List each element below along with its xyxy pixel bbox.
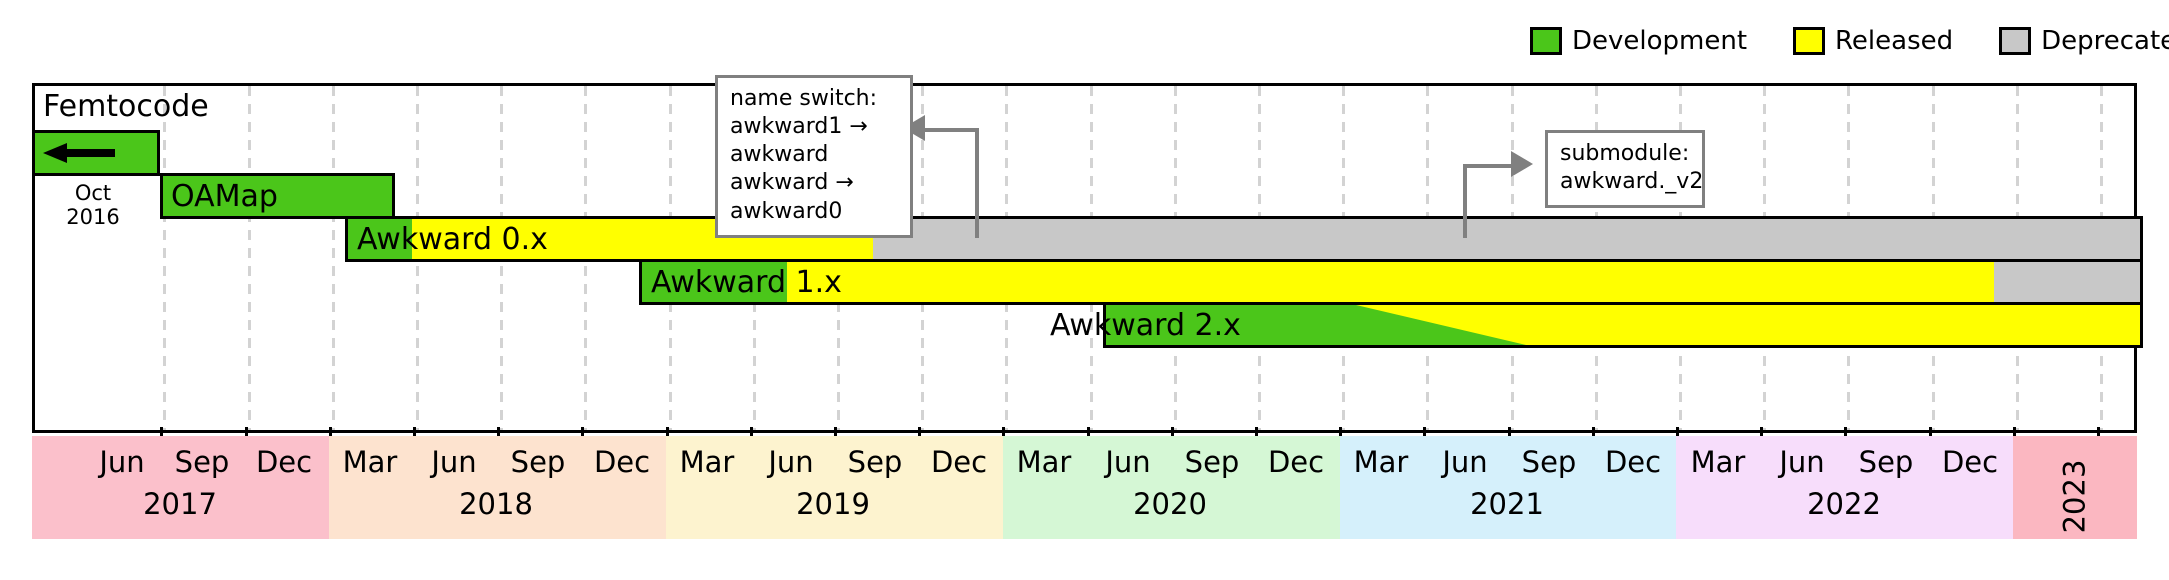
axis-tick [1760,427,1763,436]
month-label: Jun [431,445,477,479]
axis-tick [581,427,584,436]
month-label: Jun [1105,445,1151,479]
month-label: Dec [255,445,313,479]
gridline [163,86,166,430]
year-label: 2020 [1133,487,1207,521]
month-label: Dec [593,445,651,479]
gridline [332,86,335,430]
axis-tick [1171,427,1174,436]
month-label: Jun [768,445,814,479]
axis-tick [1087,427,1090,436]
month-label: Jun [1442,445,1488,479]
bar-awkward-0x [345,216,2143,262]
axis-tick [750,427,753,436]
year-label: 2018 [459,487,533,521]
axis-tick [1339,427,1342,436]
bar-start-label-femtocode: Oct 2016 [66,181,120,229]
year-label: 2019 [796,487,870,521]
month-label: Dec [1941,445,1999,479]
axis-tick [918,427,921,436]
legend-item-released: Released [1793,27,1953,55]
axis-tick [1676,427,1679,436]
month-label: Mar [342,445,398,479]
development-taper-shape [1106,305,1526,345]
bar-label-awkward-1x: Awkward 1.x [651,265,842,300]
timeline-chart: Development Released Deprecated [0,0,2169,580]
bar-label-oamap: OAMap [171,179,278,214]
leader-line-submodule-horizontal [1463,164,1513,168]
axis-tick [1929,427,1932,436]
axis-tick [1592,427,1595,436]
legend-label-deprecated: Deprecated [2041,26,2169,56]
legend-item-development: Development [1530,27,1747,55]
axis-tick [1844,427,1847,436]
month-label: Dec [1604,445,1662,479]
month-label: Dec [930,445,988,479]
continues-left-arrow-icon [43,143,115,163]
month-label: Jun [99,445,145,479]
month-label: Sep [1858,445,1914,479]
axis-tick [245,427,248,436]
legend-label-released: Released [1835,26,1954,56]
month-label: Mar [1690,445,1746,479]
annotation-submodule: submodule: awkward._v2 [1545,130,1705,209]
axis-tick [1508,427,1511,436]
axis-tick [834,427,837,436]
month-label: Sep [847,445,903,479]
axis-tick [1255,427,1258,436]
month-label: Sep [174,445,230,479]
released-swatch-icon [1793,27,1826,55]
axis-tick [1423,427,1426,436]
plot-area: Femtocode Oct 2016 OAMap Awkward 0.x Awk… [32,75,2143,433]
month-label: Mar [1016,445,1072,479]
legend: Development Released Deprecated [1530,26,2169,56]
month-label: Mar [679,445,735,479]
bar-femtocode [32,130,160,176]
month-label: Mar [1353,445,1409,479]
axis-tick [160,427,163,436]
x-axis: Jun Sep Dec 2017 Mar Jun Sep Dec 2018 Ma… [32,427,2137,539]
axis-tick [413,427,416,436]
month-label: Sep [1184,445,1240,479]
axis-tick [666,427,669,436]
leader-line-submodule [1463,164,1467,238]
year-label: 2022 [1807,487,1881,521]
month-label: Dec [1267,445,1325,479]
bar-label-femtocode: Femtocode [43,89,209,124]
development-swatch-icon [1530,27,1562,55]
deprecated-swatch-icon [1999,27,2032,55]
legend-label-development: Development [1572,26,1748,56]
year-label: 2021 [1470,487,1544,521]
axis-tick [2013,427,2016,436]
year-label-2023: 2023 [2057,459,2092,534]
leader-line-name-switch-horizontal [925,128,979,132]
bar-label-awkward-2x: Awkward 2.x [1050,308,1241,343]
leader-line-name-switch [975,128,979,238]
axis-tick [329,427,332,436]
legend-item-deprecated: Deprecated [1999,27,2169,55]
month-label: Jun [1779,445,1825,479]
year-label: 2017 [143,487,217,521]
annotation-name-switch: name switch: awkward1 → awkward awkward … [715,75,913,238]
month-label: Sep [1521,445,1577,479]
axis-tick [497,427,500,436]
bar-awkward-2x [1103,302,2143,348]
month-label: Sep [510,445,566,479]
arrow-head-submodule [1511,151,1533,177]
axis-tick [2097,427,2100,436]
gridline [248,86,251,430]
axis-tick [1002,427,1005,436]
bar-label-awkward-0x: Awkward 0.x [357,222,548,257]
bar-awkward-1x [639,259,2143,305]
